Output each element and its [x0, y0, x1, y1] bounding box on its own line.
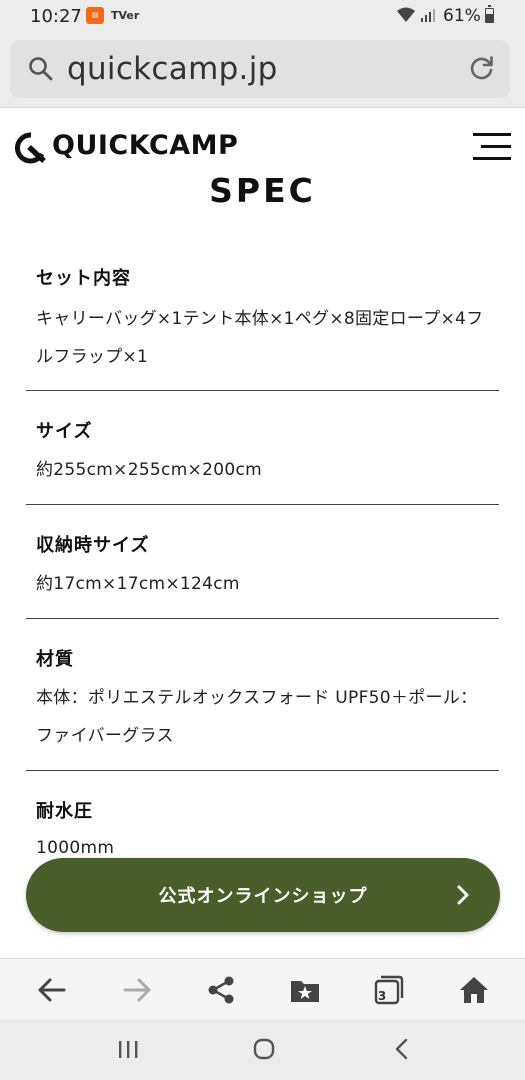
share-icon[interactable] — [204, 973, 238, 1007]
status-bar: 10:27 ▤ TVer 61% — [0, 0, 525, 32]
home-circle-icon[interactable] — [252, 1037, 276, 1061]
spec-label: 収納時サイズ — [36, 535, 150, 556]
tver-icon: TVer — [111, 9, 140, 22]
system-nav-bar — [0, 1019, 525, 1080]
cta-label: 公式オンラインショップ — [158, 886, 368, 907]
hamburger-menu-icon[interactable] — [473, 133, 511, 161]
spec-item: セット内容 キャリーバッグ×1テント本体×1ペグ×8固定ロープ×4フルフラップ×… — [26, 219, 499, 391]
tabs-count-text: 3 — [377, 989, 387, 1003]
spec-label: 材質 — [36, 649, 74, 670]
tabs-count[interactable]: 3 — [367, 973, 397, 1007]
spec-label: サイズ — [36, 421, 93, 442]
wifi-icon — [397, 7, 415, 22]
spec-label: セット内容 — [36, 268, 131, 289]
system-back-icon[interactable] — [390, 1037, 414, 1061]
spec-item: 材質 本体：ポリエステルオックスフォード UPF50＋ポール：ファイバーグラス — [26, 619, 499, 771]
site-header: QUICKCAMP SPEC — [0, 109, 525, 219]
spec-value: 本体：ポリエステルオックスフォード UPF50＋ポール：ファイバーグラス — [36, 688, 478, 746]
spec-item: 収納時サイズ 約17cm×17cm×124cm — [26, 505, 499, 619]
home-icon[interactable] — [457, 973, 491, 1007]
site-logo-text[interactable]: QUICKCAMP — [52, 130, 238, 161]
forward-arrow-icon[interactable] — [120, 973, 154, 1007]
spec-value: キャリーバッグ×1テント本体×1ペグ×8固定ロープ×4フルフラップ×1 — [36, 309, 484, 367]
app-notification-icon: ▤ — [86, 7, 104, 24]
address-bar[interactable]: quickcamp.jp — [10, 40, 510, 98]
url-text[interactable]: quickcamp.jp — [67, 51, 278, 87]
back-arrow-icon[interactable] — [35, 973, 69, 1007]
battery-icon — [485, 5, 494, 23]
spec-value: 約255cm×255cm×200cm — [36, 460, 262, 480]
quickcamp-logo-icon[interactable] — [15, 132, 47, 164]
chevron-right-icon — [457, 885, 469, 905]
signal-icon — [421, 9, 435, 22]
spec-value: 約17cm×17cm×124cm — [36, 574, 240, 594]
battery-percentage: 61% — [443, 6, 481, 26]
status-time: 10:27 — [30, 6, 82, 27]
bookmarks-icon[interactable] — [288, 973, 322, 1007]
spec-label: 耐水圧 — [36, 801, 93, 822]
refresh-icon[interactable] — [468, 54, 496, 82]
spec-item: サイズ 約255cm×255cm×200cm — [26, 391, 499, 505]
search-icon — [29, 57, 53, 81]
browser-address-area: quickcamp.jp — [0, 32, 525, 108]
official-shop-button[interactable]: 公式オンラインショップ — [26, 858, 500, 932]
page-title: SPEC — [209, 171, 316, 210]
browser-toolbar: 3 — [0, 958, 525, 1019]
recent-apps-icon[interactable] — [116, 1037, 140, 1061]
